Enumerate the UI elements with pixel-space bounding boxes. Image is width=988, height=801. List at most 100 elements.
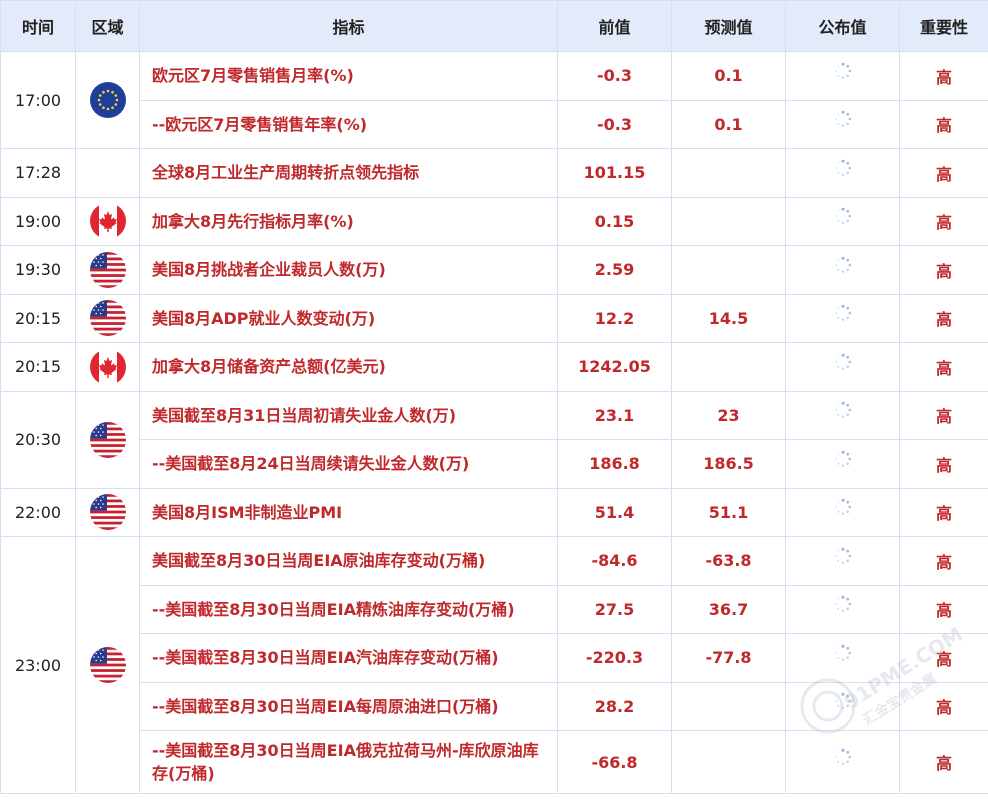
- header-time: 时间: [0, 0, 76, 52]
- actual-value: [785, 487, 900, 537]
- previous-value: 2.59: [557, 245, 672, 295]
- importance-value: 高: [899, 390, 988, 440]
- loading-spinner-icon: [834, 748, 852, 766]
- forecast-value: [671, 196, 786, 246]
- us-flag-icon: [90, 422, 126, 458]
- previous-value: -84.6: [557, 536, 672, 586]
- importance-value: 高: [899, 342, 988, 392]
- previous-value: 12.2: [557, 293, 672, 343]
- indicator-link[interactable]: 全球8月工业生产周期转折点领先指标: [139, 148, 558, 198]
- previous-value: 51.4: [557, 487, 672, 537]
- forecast-value: [671, 148, 786, 198]
- loading-spinner-icon: [834, 692, 852, 710]
- importance-value: 高: [899, 730, 988, 794]
- header-importance: 重要性: [899, 0, 988, 52]
- us-flag-icon: [90, 300, 126, 336]
- table-row: 17:28 全球8月工业生产周期转折点领先指标 101.15 高: [0, 148, 988, 198]
- forecast-value: 0.1: [671, 99, 786, 149]
- forecast-value: 0.1: [671, 51, 786, 101]
- loading-spinner-icon: [834, 498, 852, 516]
- forecast-value: -77.8: [671, 633, 786, 683]
- indicator-link[interactable]: 美国截至8月30日当周EIA原油库存变动(万桶): [139, 536, 558, 586]
- indicator-link[interactable]: --美国截至8月30日当周EIA每周原油进口(万桶): [139, 681, 558, 731]
- loading-spinner-icon: [834, 595, 852, 613]
- previous-value: -0.3: [557, 99, 672, 149]
- importance-value: 高: [899, 633, 988, 683]
- actual-value: [785, 342, 900, 392]
- table-row: --美国截至8月30日当周EIA俄克拉荷马州-库欣原油库存(万桶) -66.8 …: [1, 730, 988, 794]
- importance-value: 高: [899, 487, 988, 537]
- forecast-value: 186.5: [671, 439, 786, 489]
- previous-value: 28.2: [557, 681, 672, 731]
- indicator-link[interactable]: --欧元区7月零售销售年率(%): [139, 99, 558, 149]
- region-cell: [75, 342, 140, 392]
- actual-value: [785, 536, 900, 586]
- importance-value: 高: [899, 99, 988, 149]
- table-row: --美国截至8月30日当周EIA汽油库存变动(万桶) -220.3 -77.8 …: [1, 633, 988, 683]
- us-flag-icon: [90, 252, 126, 288]
- table-header-row: 时间 区域 指标 前值 预测值 公布值 重要性: [0, 0, 988, 52]
- forecast-value: [671, 681, 786, 731]
- previous-value: 101.15: [557, 148, 672, 198]
- event-time: 19:00: [0, 196, 76, 246]
- indicator-link[interactable]: 美国截至8月31日当周初请失业金人数(万): [139, 390, 558, 440]
- actual-value: [785, 730, 900, 794]
- table-row: 22:00 美国8月ISM非制造业PMI 51.4 51.1 高: [0, 487, 988, 537]
- table-row: 20:15 美国8月ADP就业人数变动(万) 12.2 14.5 高: [0, 293, 988, 343]
- loading-spinner-icon: [834, 62, 852, 80]
- importance-value: 高: [899, 584, 988, 634]
- event-time: 20:15: [0, 293, 76, 343]
- importance-value: 高: [899, 148, 988, 198]
- actual-value: [785, 293, 900, 343]
- table-row: --欧元区7月零售销售年率(%) -0.3 0.1 高: [1, 99, 988, 149]
- table-row: 17:00 欧元区7月零售销售月率(%) -0.3 0.1 高: [0, 51, 988, 149]
- loading-spinner-icon: [834, 256, 852, 274]
- indicator-link[interactable]: 加拿大8月先行指标月率(%): [139, 196, 558, 246]
- indicator-link[interactable]: --美国截至8月30日当周EIA汽油库存变动(万桶): [139, 633, 558, 683]
- canada-flag-icon: [90, 203, 126, 239]
- economic-calendar-table: 时间 区域 指标 前值 预测值 公布值 重要性 17:00 欧元区7月零售销售月…: [0, 0, 988, 794]
- indicator-link[interactable]: --美国截至8月30日当周EIA精炼油库存变动(万桶): [139, 584, 558, 634]
- indicator-link[interactable]: 加拿大8月储备资产总额(亿美元): [139, 342, 558, 392]
- importance-value: 高: [899, 681, 988, 731]
- header-actual: 公布值: [785, 0, 900, 52]
- table-row: 19:00 加拿大8月先行指标月率(%) 0.15 高: [0, 196, 988, 246]
- table-row: --美国截至8月30日当周EIA每周原油进口(万桶) 28.2 高: [1, 681, 988, 731]
- forecast-value: 14.5: [671, 293, 786, 343]
- event-time: 17:00: [0, 51, 76, 149]
- actual-value: [785, 681, 900, 731]
- indicator-link[interactable]: 欧元区7月零售销售月率(%): [139, 51, 558, 101]
- loading-spinner-icon: [834, 353, 852, 371]
- previous-value: -0.3: [557, 51, 672, 101]
- forecast-value: 36.7: [671, 584, 786, 634]
- importance-value: 高: [899, 245, 988, 295]
- indicator-link[interactable]: 美国8月挑战者企业裁员人数(万): [139, 245, 558, 295]
- region-cell: [75, 196, 140, 246]
- us-flag-icon: [90, 494, 126, 530]
- region-cell: [75, 51, 140, 149]
- region-cell: [75, 487, 140, 537]
- indicator-link[interactable]: 美国8月ADP就业人数变动(万): [139, 293, 558, 343]
- indicator-link[interactable]: 美国8月ISM非制造业PMI: [139, 487, 558, 537]
- table-row: --美国截至8月30日当周EIA精炼油库存变动(万桶) 27.5 36.7 高: [1, 584, 988, 634]
- previous-value: -220.3: [557, 633, 672, 683]
- table-row: 19:30 美国8月挑战者企业裁员人数(万) 2.59 高: [0, 245, 988, 295]
- header-previous: 前值: [557, 0, 672, 52]
- actual-value: [785, 245, 900, 295]
- previous-value: -66.8: [557, 730, 672, 794]
- indicator-link[interactable]: --美国截至8月24日当周续请失业金人数(万): [139, 439, 558, 489]
- us-flag-icon: [90, 647, 126, 683]
- region-cell: [75, 245, 140, 295]
- event-time: 17:28: [0, 148, 76, 198]
- indicator-link[interactable]: --美国截至8月30日当周EIA俄克拉荷马州-库欣原油库存(万桶): [139, 730, 558, 794]
- loading-spinner-icon: [834, 401, 852, 419]
- event-time: 22:00: [0, 487, 76, 537]
- forecast-value: 51.1: [671, 487, 786, 537]
- previous-value: 0.15: [557, 196, 672, 246]
- actual-value: [785, 584, 900, 634]
- actual-value: [785, 51, 900, 101]
- importance-value: 高: [899, 51, 988, 101]
- loading-spinner-icon: [834, 644, 852, 662]
- actual-value: [785, 439, 900, 489]
- previous-value: 27.5: [557, 584, 672, 634]
